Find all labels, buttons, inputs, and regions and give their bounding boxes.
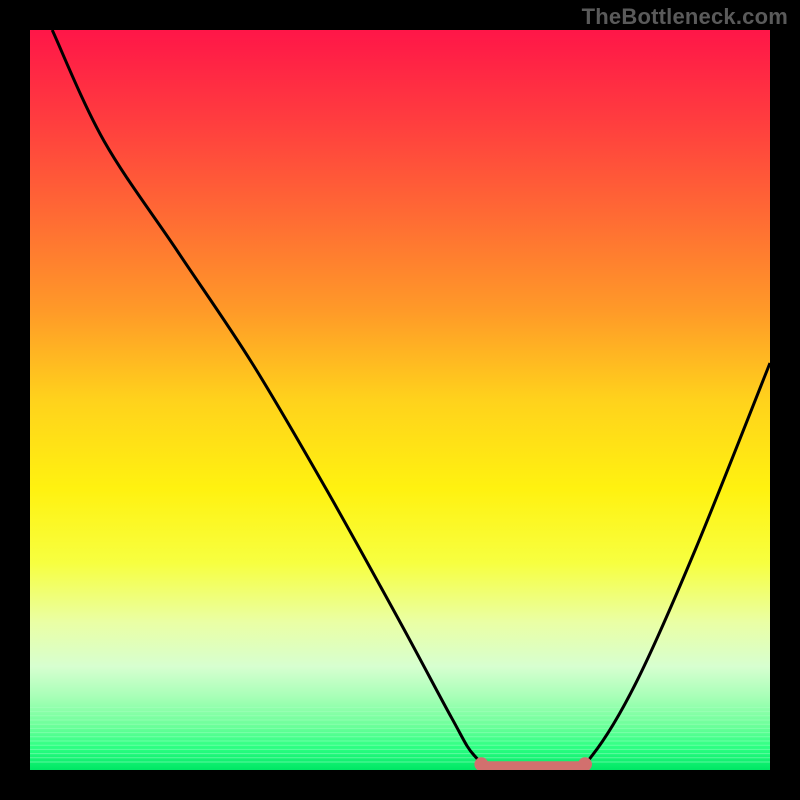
watermark-text: TheBottleneck.com [582, 4, 788, 30]
gradient-background [30, 30, 770, 770]
bottleneck-chart [30, 30, 770, 770]
chart-frame: TheBottleneck.com [0, 0, 800, 800]
plot-area [30, 30, 770, 770]
